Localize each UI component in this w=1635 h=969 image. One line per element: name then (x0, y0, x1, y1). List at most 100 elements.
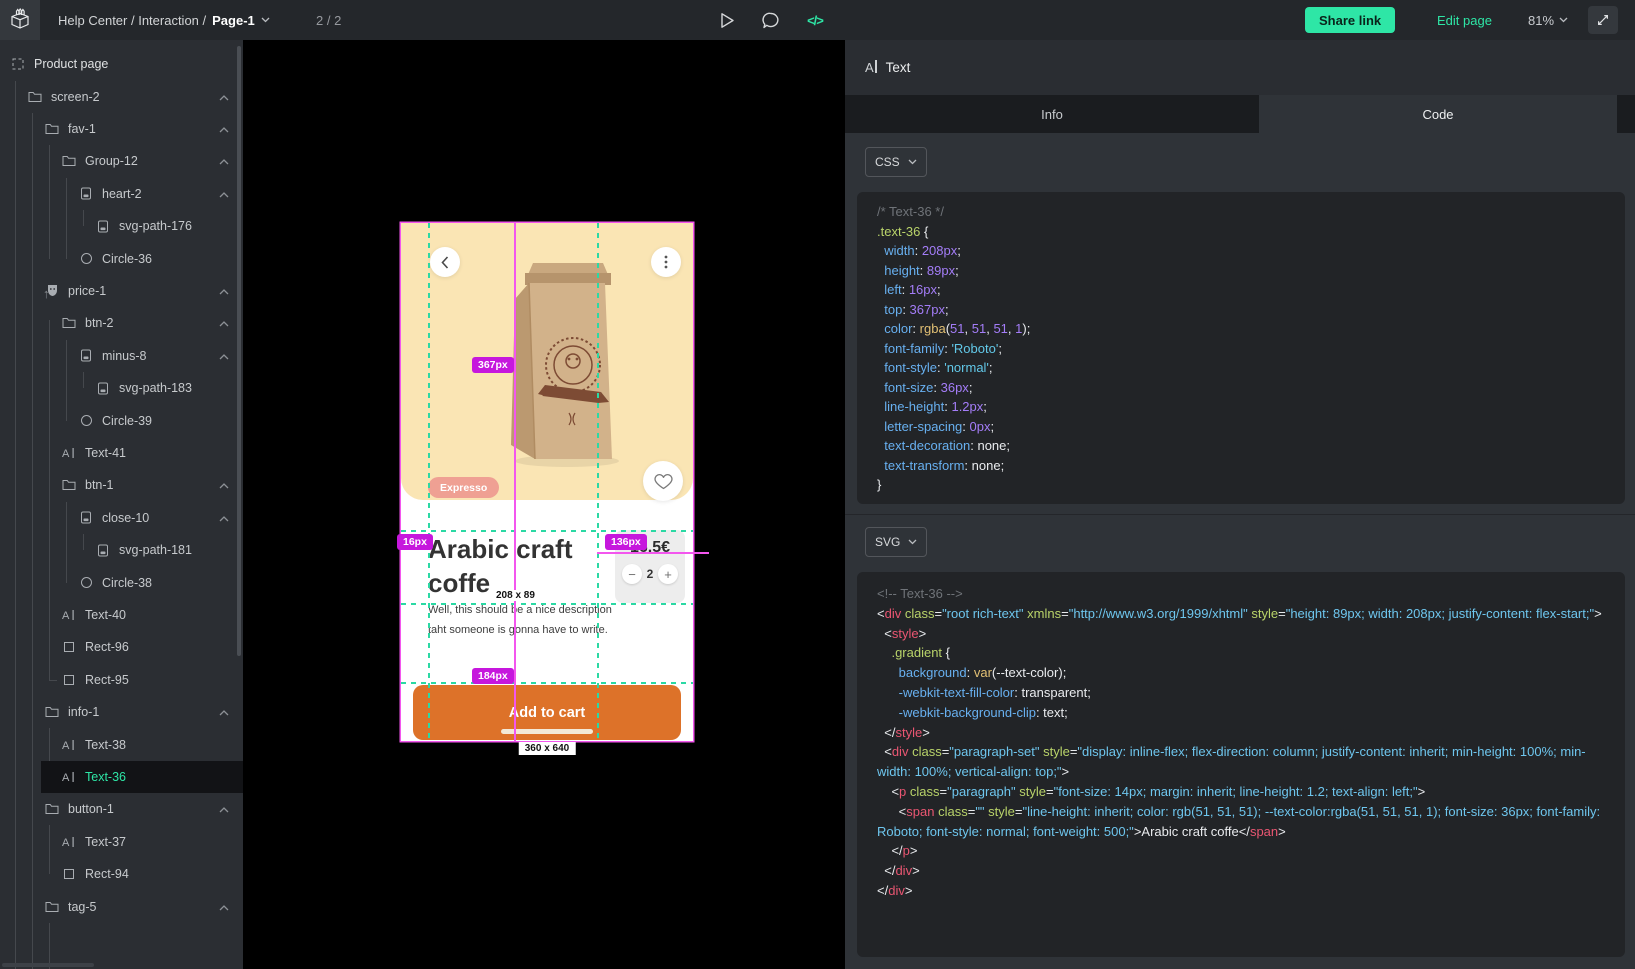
fullscreen-button[interactable] (1588, 6, 1618, 34)
collapse-chevron-icon[interactable] (219, 349, 229, 363)
collapse-chevron-icon[interactable] (219, 90, 229, 104)
collapse-chevron-icon[interactable] (219, 802, 229, 816)
folder-icon (61, 317, 77, 329)
collapse-chevron-icon[interactable] (219, 154, 229, 168)
layer-row-fav-1[interactable]: fav-1 (0, 113, 243, 145)
tab-bar-gutter (1617, 95, 1635, 133)
code-line: font-family: 'Roboto'; (877, 339, 1605, 359)
zoom-control[interactable]: 81% (1528, 0, 1568, 40)
layer-row-svg-path-181[interactable]: svg-path-181 (0, 534, 243, 566)
sidebar-vertical-scrollbar[interactable] (237, 46, 241, 656)
share-link-button[interactable]: Share link (1305, 7, 1395, 33)
collapse-chevron-icon[interactable] (219, 122, 229, 136)
collapse-chevron-icon[interactable] (219, 187, 229, 201)
code-line: <style> (877, 624, 1605, 644)
more-options-button[interactable] (651, 247, 681, 277)
app-logo[interactable] (0, 0, 40, 40)
layer-row-close-10[interactable]: close-10 (0, 502, 243, 534)
svg-text:A: A (62, 448, 70, 459)
svg-text:A: A (62, 772, 70, 783)
layer-row-text-40[interactable]: A Text-40 (0, 599, 243, 631)
code-line: <span class="" style="line-height: inher… (877, 802, 1605, 842)
svg-code-block[interactable]: <!-- Text-36 --><div class="root rich-te… (857, 572, 1625, 957)
collapse-chevron-icon[interactable] (219, 478, 229, 492)
layer-row-svg-path-176[interactable]: svg-path-176 (0, 210, 243, 242)
layer-row-btn-2[interactable]: btn-2 (0, 307, 243, 339)
selection-size-label: 208 x 89 (493, 590, 538, 601)
chevron-down-icon (908, 159, 917, 165)
layer-row-rect-95[interactable]: Rect-95 (0, 664, 243, 696)
layer-row-svg-path-183[interactable]: svg-path-183 (0, 372, 243, 404)
code-line: .text-36 { (877, 222, 1605, 242)
css-code-block[interactable]: /* Text-36 */.text-36 { width: 208px; he… (857, 192, 1625, 504)
code-line: left: 16px; (877, 280, 1605, 300)
breadcrumb[interactable]: Help Center / Interaction / Page-1 (58, 0, 270, 40)
back-button[interactable] (430, 247, 460, 277)
layer-row-text-36[interactable]: AText-36 (0, 761, 243, 793)
circle-icon (78, 252, 94, 265)
collapse-chevron-icon[interactable] (219, 284, 229, 298)
collapse-chevron-icon[interactable] (219, 900, 229, 914)
tab-code[interactable]: Code (1259, 95, 1617, 133)
heart-icon (654, 473, 673, 490)
svg-format-select[interactable]: SVG (865, 527, 927, 557)
topbar-tools: </> (716, 0, 826, 40)
layer-label: btn-1 (85, 478, 114, 492)
svg-text:A: A (62, 610, 70, 621)
layer-row-circle-39[interactable]: Circle-39 (0, 404, 243, 436)
svg-file-icon (78, 349, 94, 362)
layers-sidebar: Product page screen-2 fav-1Group-12heart-2… (0, 40, 243, 969)
design-canvas[interactable]: Expresso Arabic craft coffe 16.5€ − 2 + … (243, 40, 845, 969)
collapse-chevron-icon[interactable] (219, 511, 229, 525)
app-window: Help Center / Interaction / Page-1 2 / 2… (0, 0, 1635, 969)
layer-row-tag-5[interactable]: tag-5 (0, 890, 243, 922)
breadcrumb-path: Help Center / Interaction / (58, 13, 206, 28)
code-line: </div> (877, 861, 1605, 881)
layer-row-text-38[interactable]: AText-38 (0, 728, 243, 760)
svg-text:A: A (62, 740, 70, 751)
screen-frame[interactable]: Expresso Arabic craft coffe 16.5€ − 2 + … (401, 223, 693, 741)
layer-row-screen-2[interactable]: screen-2 (0, 80, 243, 112)
collapse-chevron-icon[interactable] (219, 316, 229, 330)
layer-row-button-1[interactable]: button-1 (0, 793, 243, 825)
layer-row-product-page[interactable]: Product page (0, 48, 243, 80)
code-line: </p> (877, 841, 1605, 861)
plus-button[interactable]: + (658, 564, 678, 584)
edit-page-link[interactable]: Edit page (1437, 0, 1492, 40)
sidebar-horizontal-scrollbar[interactable] (2, 963, 94, 967)
minus-button[interactable]: − (622, 564, 642, 584)
code-mode-button[interactable]: </> (804, 9, 826, 31)
chevron-down-icon[interactable] (261, 17, 270, 23)
topbar: Help Center / Interaction / Page-1 2 / 2… (0, 0, 1635, 40)
layer-row-circle-38[interactable]: Circle-38 (0, 566, 243, 598)
layer-label: screen-2 (51, 90, 100, 104)
layer-row-btn-1[interactable]: btn-1 (0, 469, 243, 501)
text-icon: A (61, 771, 77, 783)
measure-line-horizontal (597, 552, 709, 554)
comment-button[interactable] (760, 9, 782, 31)
selected-layer-type: Text (886, 60, 911, 75)
layer-label: tag-5 (68, 900, 97, 914)
layer-row-rect-94[interactable]: Rect-94 (0, 858, 243, 890)
measure-line-vertical (514, 223, 516, 741)
layer-label: Text-40 (85, 608, 126, 622)
layer-row-minus-8[interactable]: minus-8 (0, 340, 243, 372)
kebab-menu-icon (664, 255, 668, 269)
favorite-button[interactable] (643, 461, 683, 501)
measure-label-bottom: 184px (472, 668, 514, 684)
layer-row-text-41[interactable]: AText-41 (0, 437, 243, 469)
play-button[interactable] (716, 9, 738, 31)
svg-format-value: SVG (875, 535, 900, 549)
breadcrumb-page[interactable]: Page-1 (212, 13, 255, 28)
layer-row-heart-2[interactable]: heart-2 (0, 178, 243, 210)
css-format-select[interactable]: CSS (865, 147, 927, 177)
layer-row-text-37[interactable]: AText-37 (0, 826, 243, 858)
layer-row-info-1[interactable]: info-1 (0, 696, 243, 728)
layer-row-group-12[interactable]: Group-12 (0, 145, 243, 177)
collapse-chevron-icon[interactable] (219, 705, 229, 719)
layer-row-circle-36[interactable]: Circle-36 (0, 242, 243, 274)
layer-row-price-1[interactable]: price-1 (0, 275, 243, 307)
tab-info[interactable]: Info (845, 95, 1259, 133)
rect-icon (61, 641, 77, 653)
layer-row-rect-96[interactable]: Rect-96 (0, 631, 243, 663)
